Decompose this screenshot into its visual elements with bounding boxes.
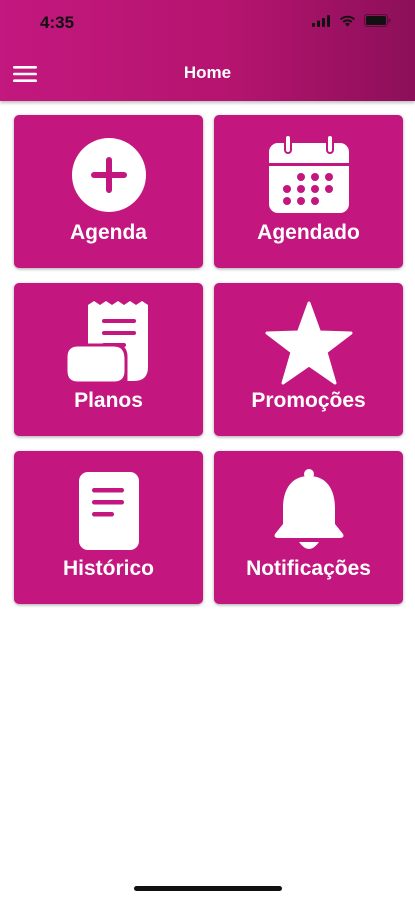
tile-agendado[interactable]: Agendado	[214, 115, 403, 268]
tile-label: Histórico	[62, 557, 154, 580]
status-time: 4:35	[40, 13, 75, 32]
tile-label: Agendado	[257, 221, 360, 244]
home-menu-grid: Agenda Agendado Planos Promoções Históri…	[14, 115, 403, 604]
tile-planos[interactable]: Planos	[14, 283, 203, 436]
tile-notificacoes[interactable]: Notificações	[214, 451, 403, 604]
tile-label: Promoções	[251, 389, 366, 412]
page-title: Home	[183, 63, 232, 82]
calendar-icon	[268, 135, 349, 213]
tile-agenda[interactable]: Agenda	[14, 115, 203, 268]
tile-promocoes[interactable]: Promoções	[214, 283, 403, 436]
wifi-icon	[340, 15, 355, 26]
status-icons	[312, 14, 391, 27]
tile-historico[interactable]: Histórico	[14, 451, 203, 604]
star-icon	[265, 301, 352, 385]
document-icon	[78, 472, 139, 550]
bell-icon	[274, 469, 343, 549]
home-indicator[interactable]	[134, 886, 282, 891]
tile-label: Agenda	[69, 221, 147, 244]
tile-label: Notificações	[246, 557, 371, 580]
tile-label: Planos	[74, 389, 143, 412]
app-header: 4:35 Home	[0, 0, 415, 101]
receipt-scroll-icon	[64, 301, 148, 385]
signal-icon	[312, 14, 330, 27]
battery-icon	[364, 14, 391, 27]
add-circle-icon	[71, 138, 146, 212]
